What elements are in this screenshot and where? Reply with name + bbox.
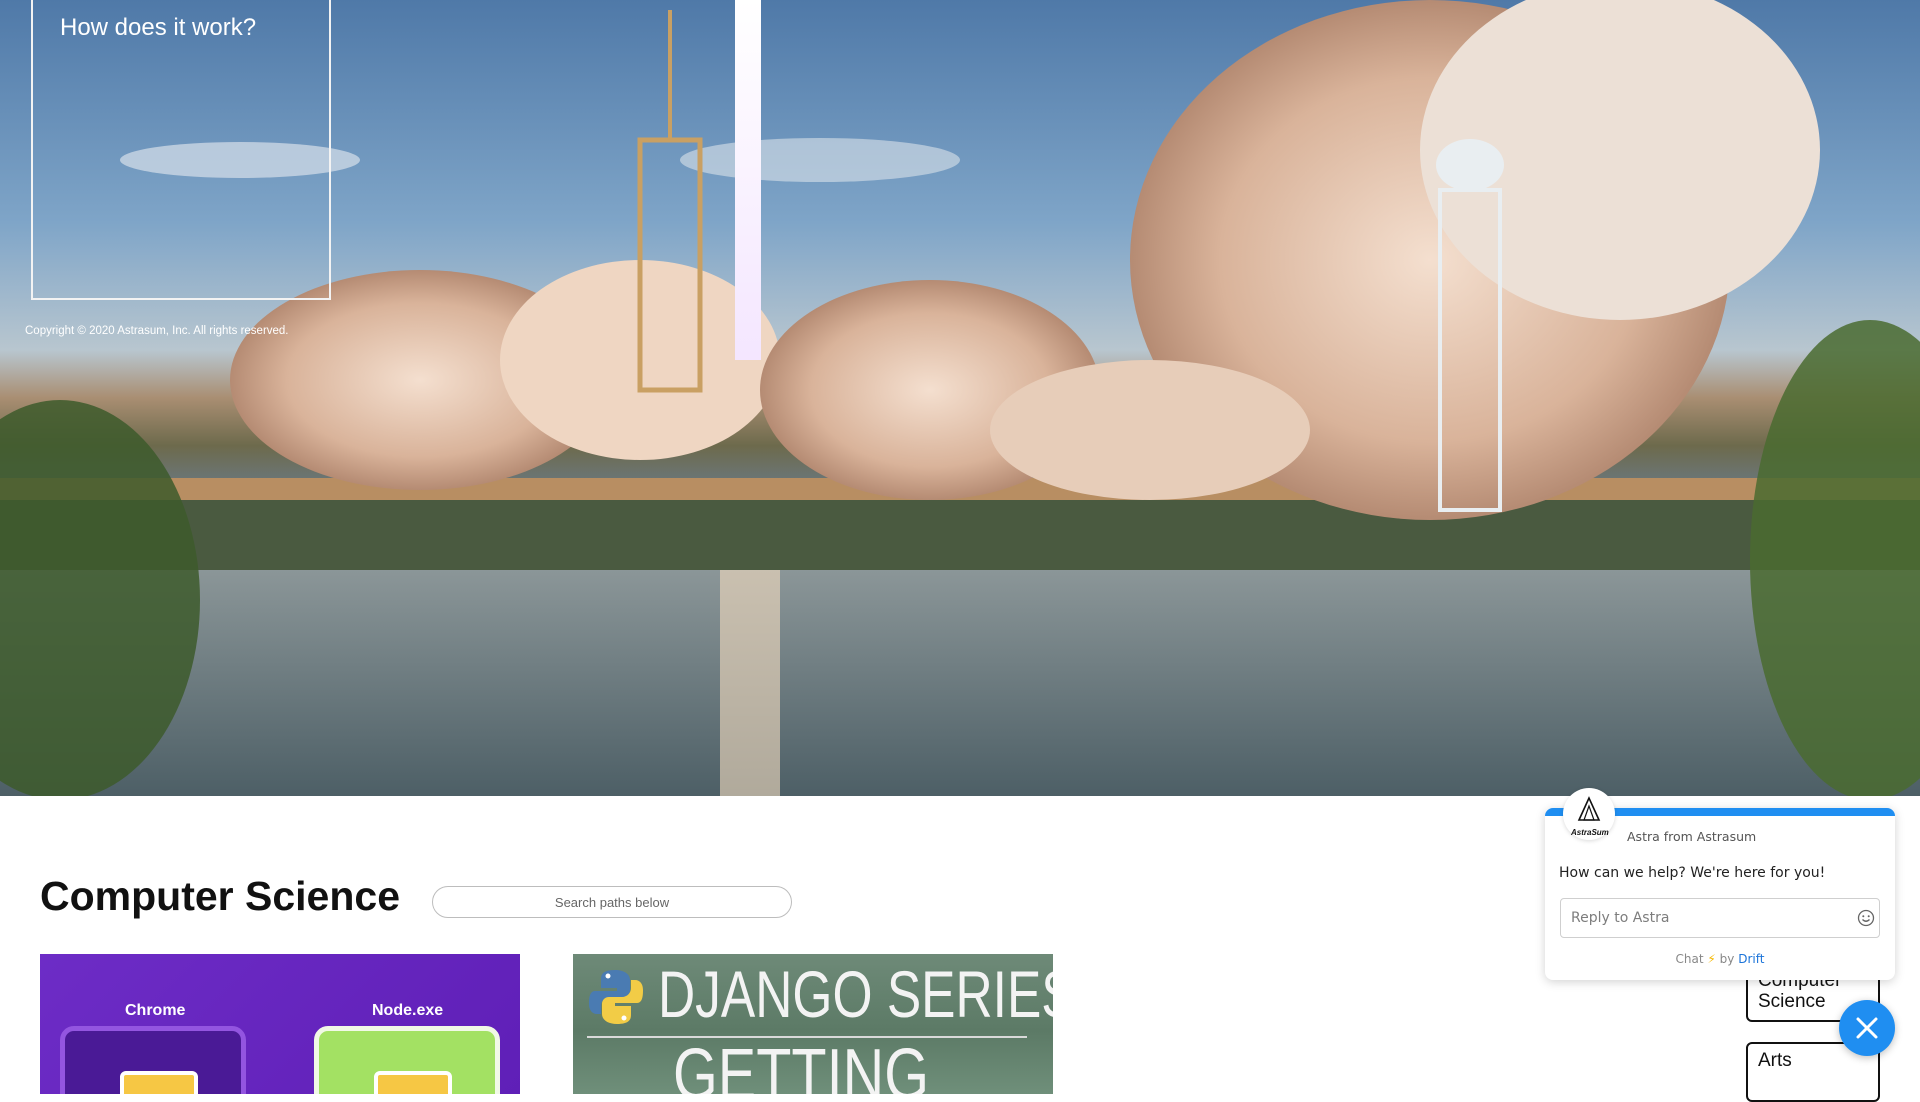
- chat-footer-by: by: [1719, 952, 1735, 966]
- chrome-tile: [60, 1026, 246, 1094]
- django-card-title: DJANGO SERIES: [658, 957, 1053, 1031]
- avatar-brand-text: AstraSum: [1571, 828, 1609, 837]
- node-tile-icon: [374, 1071, 452, 1094]
- how-it-works-box[interactable]: How does it work?: [31, 0, 331, 300]
- chat-close-button[interactable]: [1839, 1000, 1895, 1056]
- card-label-node: Node.exe: [372, 1002, 444, 1019]
- page-title: Computer Science: [40, 873, 400, 919]
- how-it-works-title: How does it work?: [60, 14, 257, 41]
- search-input[interactable]: [432, 886, 792, 918]
- close-icon: [1856, 1017, 1878, 1039]
- chat-avatar: AstraSum: [1563, 788, 1615, 840]
- hero-banner: How does it work? Copyright © 2020 Astra…: [0, 0, 1920, 796]
- emoji-icon[interactable]: [1857, 909, 1875, 927]
- chat-footer-prefix: Chat: [1675, 952, 1704, 966]
- drift-link[interactable]: Drift: [1738, 952, 1764, 966]
- copyright-text: Copyright © 2020 Astrasum, Inc. All righ…: [25, 325, 289, 337]
- python-logo-icon: [589, 970, 643, 1024]
- path-card-chrome-node[interactable]: Chrome Node.exe: [40, 954, 520, 1094]
- chrome-tile-icon: [120, 1071, 198, 1094]
- chat-from: Astra from Astrasum: [1627, 829, 1757, 844]
- chat-message: How can we help? We're here for you!: [1559, 865, 1826, 881]
- chat-footer: Chat ⚡ by Drift: [1545, 952, 1895, 966]
- chat-reply-input[interactable]: [1560, 898, 1880, 938]
- bolt-icon: ⚡: [1707, 952, 1716, 966]
- django-card-subtitle: GETTING: [673, 1035, 929, 1094]
- node-tile: [314, 1026, 500, 1094]
- card-label-chrome: Chrome: [125, 1002, 186, 1019]
- path-card-django[interactable]: DJANGO SERIES GETTING: [573, 954, 1053, 1094]
